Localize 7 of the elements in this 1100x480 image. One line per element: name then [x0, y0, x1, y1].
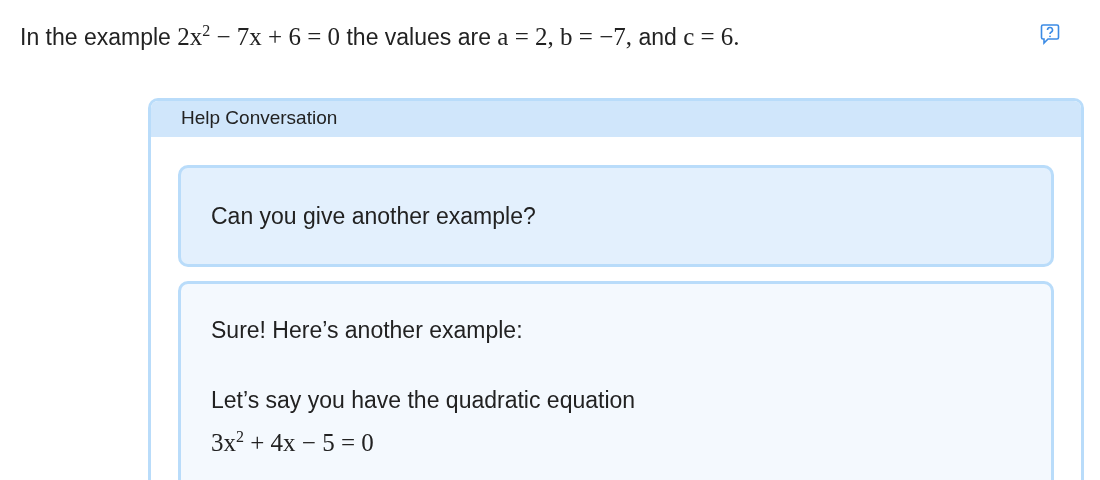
panel-title: Help Conversation: [181, 107, 338, 129]
message-text: 3x$^{2}$ + 4x − 5 = 0: [211, 426, 375, 458]
message-text: Can you give another example?: [211, 202, 537, 232]
message-text: Let’s say you have the quadratic equation: [211, 386, 637, 416]
message-text: Sure! Here’s another example:: [211, 316, 524, 346]
intro-sentence: In the example 2x$^{2}$ − 7x + 6 = 0 the values are a = 2, b = −7, and c = 6.: [20, 21, 740, 53]
help-icon[interactable]: [1040, 23, 1060, 46]
